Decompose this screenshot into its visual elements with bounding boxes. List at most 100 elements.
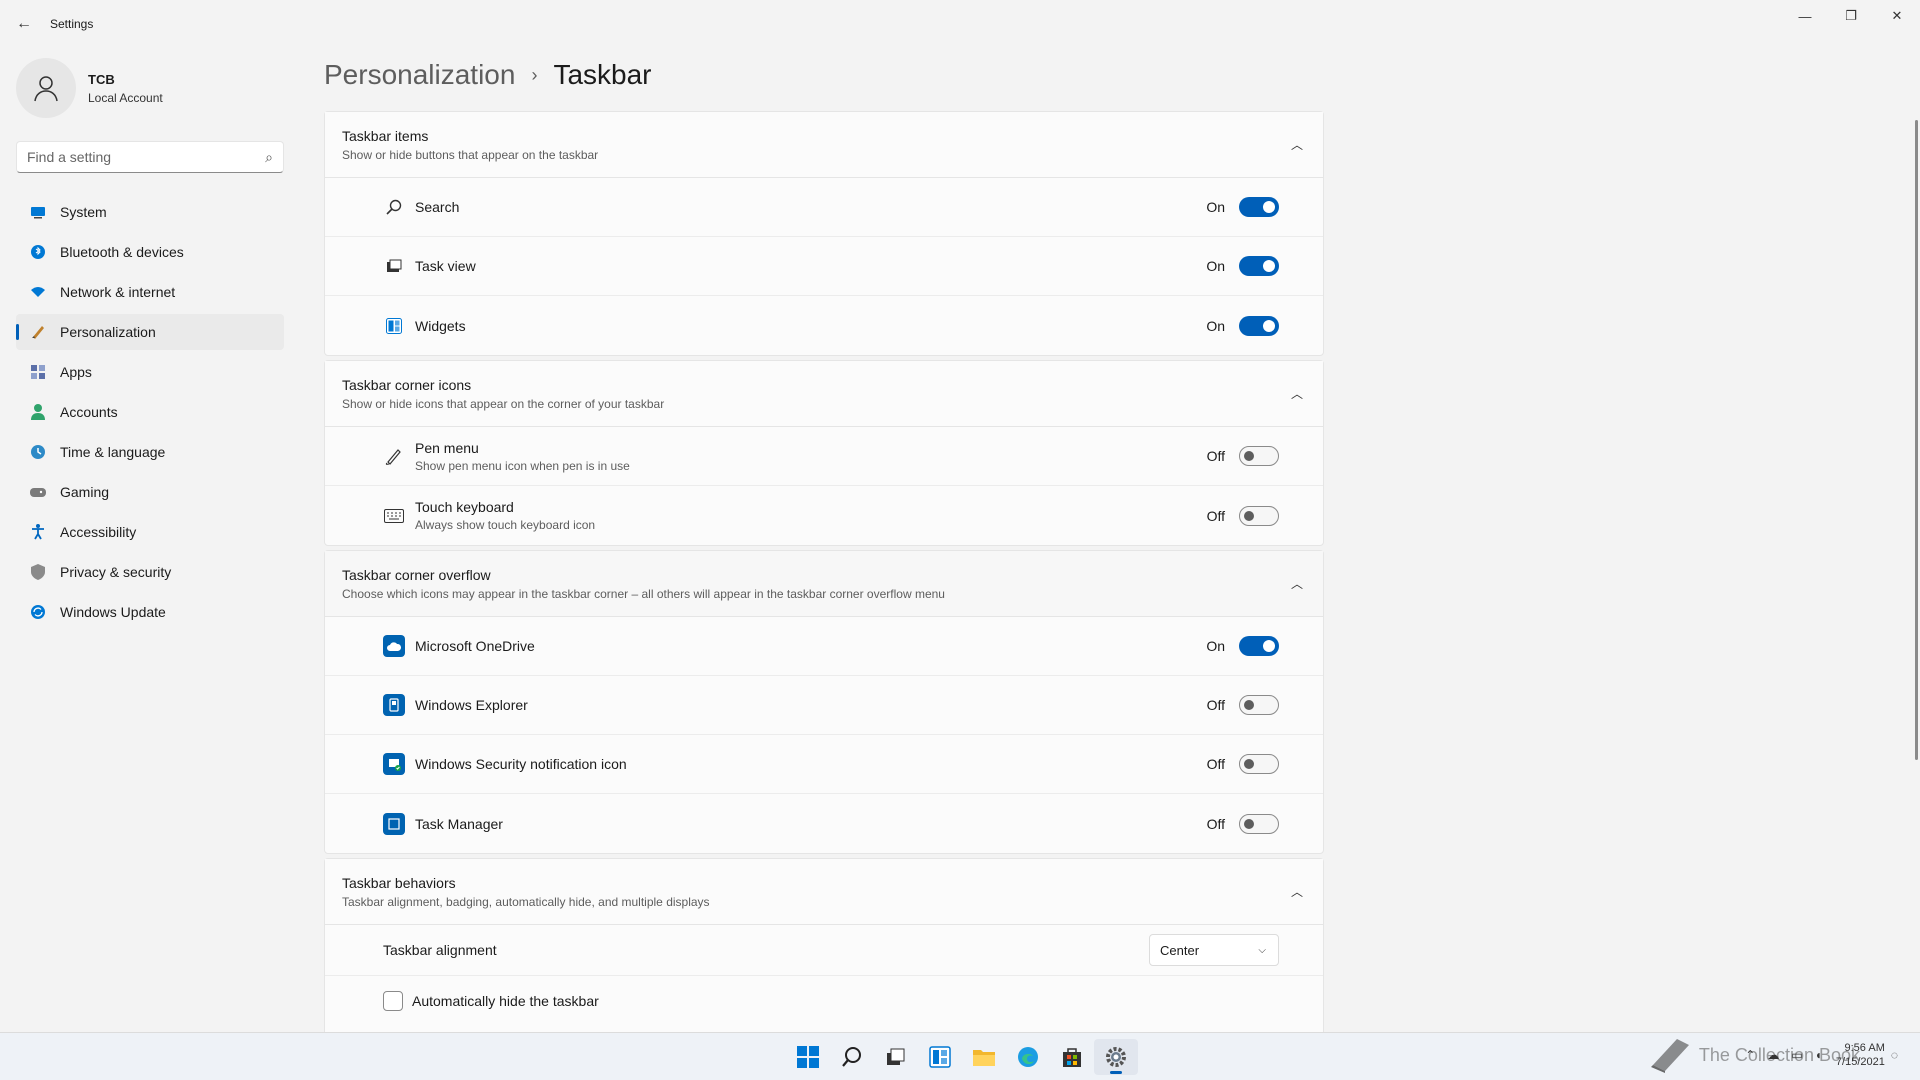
- chevron-up-icon[interactable]: ︿: [1291, 385, 1303, 402]
- setting-row-touch-keyboard: Touch keyboard Always show touch keyboar…: [325, 486, 1323, 545]
- setting-row-windows-security: Windows Security notification icon Off: [325, 735, 1323, 794]
- sidebar-item-network[interactable]: Network & internet: [16, 274, 284, 310]
- windows-logo-icon: [797, 1046, 819, 1068]
- sidebar-item-apps[interactable]: Apps: [16, 354, 284, 390]
- corner-overflow-section: Taskbar corner overflow Choose which ico…: [324, 550, 1324, 854]
- toggle-state-label: Off: [1206, 815, 1225, 832]
- sidebar-item-accounts[interactable]: Accounts: [16, 394, 284, 430]
- file-explorer-button[interactable]: [962, 1039, 1006, 1075]
- arrow-left-icon: ←: [16, 15, 32, 32]
- sidebar-item-privacy[interactable]: Privacy & security: [16, 554, 284, 590]
- close-button[interactable]: ✕: [1874, 0, 1920, 32]
- taskbar-items-header[interactable]: Taskbar items Show or hide buttons that …: [325, 112, 1323, 178]
- cloud-icon[interactable]: ☁: [1767, 1048, 1779, 1062]
- widgets-toggle[interactable]: [1239, 315, 1279, 336]
- taskbar-alignment-dropdown[interactable]: Center ⌵: [1149, 934, 1279, 966]
- sidebar-item-accessibility[interactable]: Accessibility: [16, 514, 284, 550]
- setting-row-pen-menu: Pen menu Show pen menu icon when pen is …: [325, 427, 1323, 486]
- windows-security-toggle[interactable]: [1239, 754, 1279, 774]
- sidebar-item-system[interactable]: System: [16, 194, 284, 230]
- widgets-icon: [383, 315, 405, 337]
- widgets-icon: [929, 1046, 951, 1068]
- row-label: Search: [415, 199, 460, 215]
- sidebar-item-windows-update[interactable]: Windows Update: [16, 594, 284, 630]
- section-title: Taskbar behaviors: [342, 874, 456, 891]
- pen-menu-toggle[interactable]: [1239, 446, 1279, 466]
- brush-icon: [28, 322, 48, 342]
- store-button[interactable]: [1050, 1039, 1094, 1075]
- corner-icons-header[interactable]: Taskbar corner icons Show or hide icons …: [325, 361, 1323, 427]
- search-icon[interactable]: ⌕: [265, 149, 273, 166]
- chevron-up-icon[interactable]: ︿: [1291, 136, 1303, 153]
- user-name: TCB: [88, 71, 115, 87]
- app-title: Settings: [50, 17, 94, 31]
- sidebar-item-label: Windows Update: [60, 604, 166, 620]
- scrollbar[interactable]: [1915, 120, 1918, 760]
- row-label: Widgets: [415, 317, 466, 334]
- start-button[interactable]: [786, 1039, 830, 1075]
- toggle-state-label: On: [1206, 317, 1225, 334]
- clock-date: 7/15/2021: [1835, 1056, 1885, 1068]
- sidebar-item-label: Gaming: [60, 484, 110, 500]
- toggle-state-label: On: [1206, 199, 1225, 215]
- section-subtitle: Show or hide icons that appear on the co…: [342, 396, 665, 411]
- person-avatar-icon: [34, 76, 58, 102]
- back-button[interactable]: ←: [0, 0, 48, 48]
- bluetooth-icon: [28, 242, 48, 262]
- minimize-button[interactable]: —: [1782, 0, 1828, 32]
- shield-icon: [28, 562, 48, 582]
- behaviors-header[interactable]: Taskbar behaviors Taskbar alignment, bad…: [325, 859, 1323, 925]
- touch-keyboard-toggle[interactable]: [1239, 505, 1279, 526]
- nav-list: System Bluetooth & devices Network & int…: [16, 194, 284, 634]
- row-label: Task view: [415, 258, 476, 274]
- chevron-up-icon[interactable]: ⌃: [1745, 1048, 1755, 1062]
- account-type: Local Account: [88, 90, 163, 105]
- close-icon: ✕: [1891, 8, 1903, 23]
- sidebar-item-label: Personalization: [60, 324, 156, 340]
- setting-row-onedrive: Microsoft OneDrive On: [325, 617, 1323, 676]
- sidebar-item-label: Apps: [60, 364, 92, 380]
- edge-button[interactable]: [1006, 1039, 1050, 1075]
- task-manager-toggle[interactable]: [1239, 813, 1279, 834]
- search-input[interactable]: [27, 149, 266, 165]
- widgets-button[interactable]: [918, 1039, 962, 1075]
- clock[interactable]: 9:56 AM 7/15/2021: [1836, 1041, 1885, 1069]
- setting-row-windows-explorer: Windows Explorer Off: [325, 676, 1323, 735]
- windows-explorer-toggle[interactable]: [1239, 695, 1279, 715]
- volume-icon[interactable]: ◖: [1815, 1048, 1822, 1062]
- security-app-icon: [383, 753, 405, 775]
- taskbar-search-button[interactable]: [830, 1039, 874, 1075]
- task-view-toggle[interactable]: [1239, 256, 1279, 276]
- network-icon[interactable]: ▭: [1791, 1048, 1802, 1062]
- gear-icon: [1106, 1047, 1126, 1067]
- autohide-checkbox[interactable]: [383, 990, 403, 1011]
- section-subtitle: Taskbar alignment, badging, automaticall…: [342, 894, 710, 909]
- gamepad-icon: [28, 482, 48, 502]
- breadcrumb-parent[interactable]: Personalization: [324, 59, 515, 91]
- user-profile[interactable]: TCB Local Account: [16, 58, 163, 118]
- row-label: Taskbar alignment: [383, 942, 497, 958]
- chevron-up-icon[interactable]: ︿: [1291, 883, 1303, 900]
- toggle-state-label: Off: [1206, 448, 1225, 464]
- breadcrumb: Personalization › Taskbar: [324, 48, 1324, 102]
- search-toggle[interactable]: [1239, 197, 1279, 217]
- setting-row-search: Search On: [325, 178, 1323, 237]
- sidebar-item-bluetooth[interactable]: Bluetooth & devices: [16, 234, 284, 270]
- avatar: [16, 58, 76, 118]
- notification-icon[interactable]: ◌: [1891, 1048, 1898, 1062]
- toggle-state-label: On: [1206, 638, 1225, 654]
- sidebar-item-gaming[interactable]: Gaming: [16, 474, 284, 510]
- sidebar-item-personalization[interactable]: Personalization: [16, 314, 284, 350]
- corner-overflow-header[interactable]: Taskbar corner overflow Choose which ico…: [325, 551, 1323, 617]
- sidebar-item-time-language[interactable]: Time & language: [16, 434, 284, 470]
- chevron-up-icon[interactable]: ︿: [1291, 575, 1303, 592]
- settings-taskbar-button[interactable]: [1094, 1039, 1138, 1075]
- system-tray: ⌃ ☁ ▭ ◖ 9:56 AM 7/15/2021 ◌: [1739, 1041, 1904, 1069]
- onedrive-toggle[interactable]: [1239, 636, 1279, 656]
- task-view-button[interactable]: [874, 1039, 918, 1075]
- monitor-icon: [28, 202, 48, 222]
- row-label: Pen menu: [415, 439, 479, 456]
- sidebar-item-label: Accessibility: [60, 524, 137, 540]
- setting-row-alignment: Taskbar alignment Center ⌵: [325, 925, 1323, 976]
- restore-button[interactable]: ❐: [1828, 0, 1874, 32]
